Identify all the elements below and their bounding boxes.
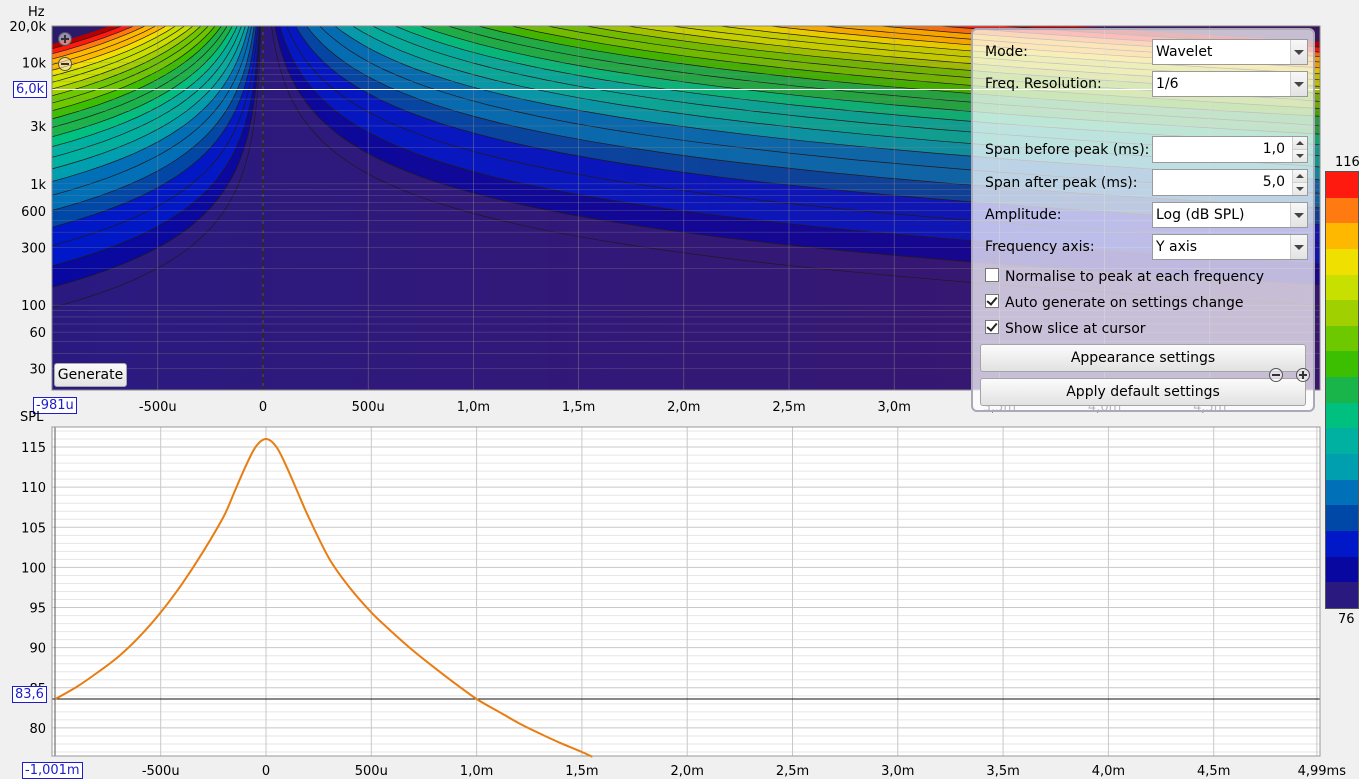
mode-value: Wavelet <box>1156 44 1213 60</box>
span-after-value: 5,0 <box>1262 174 1285 190</box>
span-before-field[interactable]: 1,0 <box>1152 136 1308 163</box>
slice-x-tick-label: 4,5m <box>1197 764 1230 778</box>
frequency-axis-value: Y axis <box>1156 239 1198 255</box>
spin-down-icon[interactable] <box>1293 150 1307 162</box>
span-after-label: Span after peak (ms): <box>985 175 1138 191</box>
color-scale-step <box>1326 351 1358 378</box>
normalise-checkbox[interactable]: Normalise to peak at each frequency <box>985 268 1264 285</box>
chevron-down-icon[interactable] <box>1290 72 1307 96</box>
auto-generate-label: Auto generate on settings change <box>1005 295 1244 311</box>
slice-x-tick-label: -500u <box>142 764 180 778</box>
freq-resolution-select[interactable]: 1/6 <box>1152 71 1308 97</box>
show-slice-label: Show slice at cursor <box>1005 321 1146 337</box>
slice-y-tick-label: 95 <box>29 602 46 617</box>
color-scale-min: 76 <box>1338 612 1355 627</box>
freq-resolution-label: Freq. Resolution: <box>985 76 1102 92</box>
color-scale-step <box>1326 454 1358 480</box>
slice-y-tick-label: 110 <box>21 481 46 496</box>
color-scale-step <box>1326 428 1358 455</box>
amplitude-select[interactable]: Log (dB SPL) <box>1152 202 1308 228</box>
color-scale-step <box>1326 505 1358 531</box>
color-scale-step <box>1326 223 1358 249</box>
checkbox-icon[interactable] <box>985 294 999 308</box>
slice-x-tick-label: 2,0m <box>671 764 704 778</box>
slice-cursor-time: -1,001m <box>22 762 83 779</box>
slice-y-tick-label: 80 <box>29 722 46 737</box>
panel-zoom-in-icon[interactable] <box>1296 368 1310 382</box>
frequency-axis-select[interactable]: Y axis <box>1152 234 1308 260</box>
span-after-field[interactable]: 5,0 <box>1152 169 1308 196</box>
spin-up-icon[interactable] <box>1293 170 1307 183</box>
slice-x-tick-label: 1,5m <box>565 764 598 778</box>
spin-down-icon[interactable] <box>1293 183 1307 195</box>
color-scale-max: 116 <box>1335 155 1359 170</box>
slice-x-tick-label: 0 <box>262 764 270 778</box>
slice-y-label: SPL <box>20 410 44 425</box>
mode-select[interactable]: Wavelet <box>1152 39 1308 65</box>
span-before-label: Span before peak (ms): <box>985 142 1150 158</box>
span-before-value: 1,0 <box>1262 141 1285 157</box>
slice-x-tick-label: 4,0m <box>1092 764 1125 778</box>
color-scale-step <box>1326 556 1358 583</box>
slice-y-tick-label: 90 <box>29 642 46 657</box>
slice-x-tick-label: 3,0m <box>881 764 914 778</box>
slice-x-tick-label: 3,5m <box>986 764 1019 778</box>
appearance-settings-button[interactable]: Appearance settings <box>980 344 1306 372</box>
slice-y-tick-label: 100 <box>21 561 46 576</box>
color-scale-step <box>1326 197 1358 224</box>
slice-y-tick-label: 115 <box>21 441 46 456</box>
apply-default-settings-button[interactable]: Apply default settings <box>980 378 1306 406</box>
auto-generate-checkbox[interactable]: Auto generate on settings change <box>985 294 1244 311</box>
color-scale-step <box>1326 530 1358 557</box>
normalise-label: Normalise to peak at each frequency <box>1005 269 1264 285</box>
slice-x-tick-label: 2,5m <box>776 764 809 778</box>
color-scale-step <box>1326 377 1358 403</box>
color-scale-step <box>1326 248 1358 275</box>
color-scale-bar <box>1325 171 1359 609</box>
color-scale-step <box>1326 402 1358 429</box>
freq-resolution-value: 1/6 <box>1156 76 1179 92</box>
color-scale-step <box>1326 325 1358 352</box>
panel-zoom-out-icon[interactable] <box>1269 368 1283 382</box>
amplitude-value: Log (dB SPL) <box>1156 207 1245 223</box>
color-scale-step <box>1326 274 1358 301</box>
slice-cursor-value: 83,6 <box>12 686 47 703</box>
checkbox-icon[interactable] <box>985 268 999 282</box>
color-scale-step <box>1326 582 1358 608</box>
show-slice-checkbox[interactable]: Show slice at cursor <box>985 320 1146 337</box>
color-scale-step <box>1326 172 1358 198</box>
color-scale-step <box>1326 479 1358 506</box>
settings-panel: Mode: Wavelet Freq. Resolution: 1/6 Span… <box>971 28 1315 412</box>
color-scale-step <box>1326 300 1358 326</box>
chevron-down-icon[interactable] <box>1290 235 1307 259</box>
mode-label: Mode: <box>985 44 1028 60</box>
chevron-down-icon[interactable] <box>1290 203 1307 227</box>
slice-x-tick-label: 4,99ms <box>1298 764 1347 778</box>
spin-up-icon[interactable] <box>1293 137 1307 150</box>
slice-x-axis: -500u 0 500u 1,0m 1,5m 2,0m 2,5m 3,0m 3,5m 4,0m 4,… <box>142 764 1346 778</box>
amplitude-label: Amplitude: <box>985 207 1062 223</box>
chevron-down-icon[interactable] <box>1290 40 1307 64</box>
frequency-axis-label: Frequency axis: <box>985 239 1095 255</box>
slice-y-tick-label: 105 <box>21 521 46 536</box>
slice-x-tick-label: 500u <box>355 764 388 778</box>
slice-x-tick-label: 1,0m <box>460 764 493 778</box>
checkbox-icon[interactable] <box>985 320 999 334</box>
